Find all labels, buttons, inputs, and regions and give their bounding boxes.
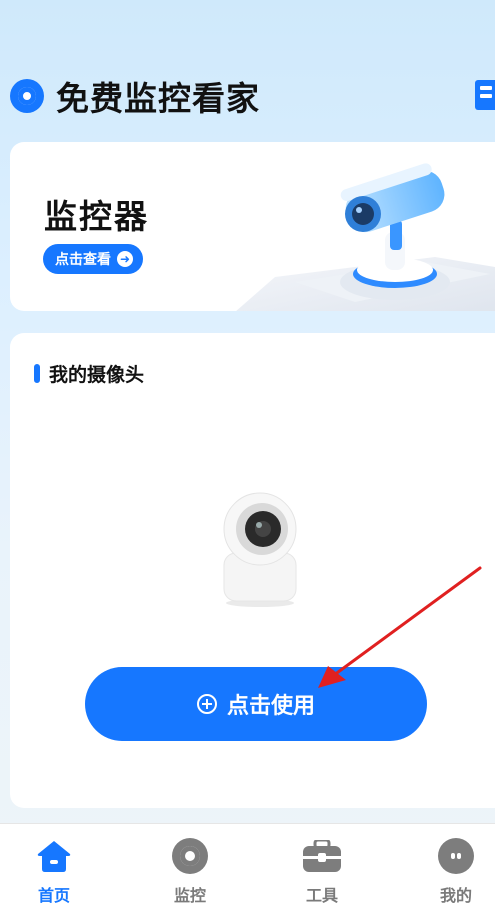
tab-profile[interactable]: 我的 — [416, 838, 495, 906]
security-camera-illustration — [236, 163, 495, 311]
tab-tools[interactable]: 工具 — [282, 838, 362, 906]
tab-label: 我的 — [439, 886, 472, 905]
home-icon — [37, 841, 71, 872]
app-header: 免费监控看家 — [10, 72, 260, 120]
section-header: 我的摄像头 — [34, 360, 144, 387]
view-button[interactable]: 点击查看 ➜ — [43, 244, 143, 274]
banner-title: 监控器 — [44, 197, 149, 236]
tab-label: 首页 — [37, 886, 70, 905]
home-camera-image — [223, 492, 297, 607]
tab-monitor[interactable]: 监控 — [150, 838, 230, 906]
view-button-label: 点击查看 — [55, 252, 111, 268]
toolbox-icon — [303, 840, 341, 872]
monitor-icon — [172, 838, 208, 874]
app-title: 免费监控看家 — [56, 79, 260, 118]
monitor-banner[interactable]: 监控器 点击查看 ➜ — [10, 142, 495, 311]
annotation-arrow — [318, 566, 482, 688]
accent-bar — [34, 364, 40, 383]
arrow-right-icon: ➜ — [117, 251, 133, 267]
app-logo-icon — [10, 79, 44, 113]
section-title: 我的摄像头 — [49, 364, 145, 386]
profile-icon — [438, 838, 474, 874]
bottom-tab-bar: 首页 监控 工具 我的 — [0, 823, 495, 915]
tab-label: 工具 — [305, 886, 338, 905]
tab-home[interactable]: 首页 — [14, 838, 94, 906]
plus-circle-icon — [196, 694, 217, 714]
header-action-icon[interactable] — [475, 80, 495, 110]
tab-label: 监控 — [173, 886, 206, 905]
